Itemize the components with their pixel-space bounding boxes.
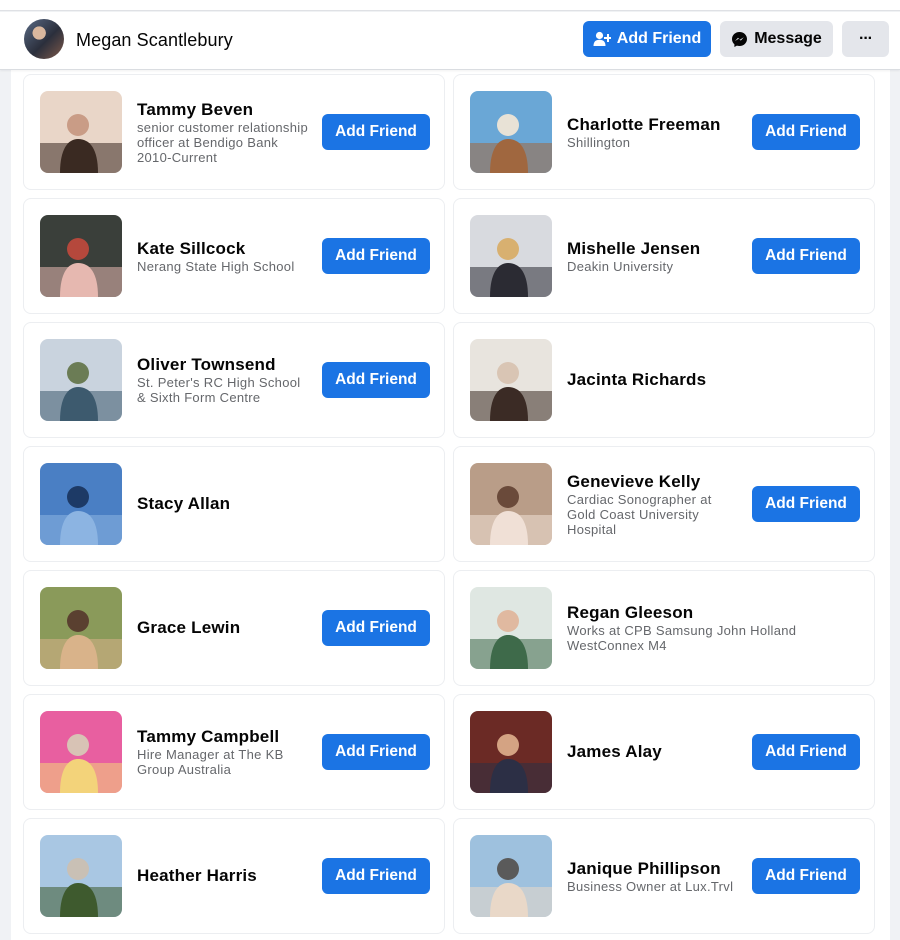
friend-name[interactable]: Tammy Beven: [137, 100, 312, 120]
friend-card: Janique Phillipson Business Owner at Lux.…: [453, 818, 875, 934]
friend-info: Jacinta Richards: [567, 323, 857, 437]
friend-name[interactable]: Grace Lewin: [137, 618, 312, 638]
friend-name[interactable]: Stacy Allan: [137, 494, 427, 514]
messenger-icon: [731, 31, 748, 48]
friend-name[interactable]: Tammy Campbell: [137, 727, 312, 747]
add-friend-button[interactable]: Add Friend: [752, 734, 860, 770]
friends-grid: Tammy Beven senior customer relationship …: [23, 74, 878, 934]
friend-photo[interactable]: [40, 463, 122, 545]
friend-photo[interactable]: [470, 339, 552, 421]
message-button[interactable]: Message: [720, 21, 833, 57]
friend-info: James Alay: [567, 695, 742, 809]
add-friend-button[interactable]: Add Friend: [752, 858, 860, 894]
add-person-icon: [593, 31, 611, 47]
message-label: Message: [754, 30, 822, 47]
friend-photo[interactable]: [40, 835, 122, 917]
top-strip: [0, 0, 900, 11]
friend-photo[interactable]: [40, 711, 122, 793]
friend-card: Jacinta Richards: [453, 322, 875, 438]
friend-card: Tammy Campbell Hire Manager at The KB Gro…: [23, 694, 445, 810]
friend-card: Oliver Townsend St. Peter's RC High Schoo…: [23, 322, 445, 438]
add-friend-button[interactable]: Add Friend: [752, 486, 860, 522]
more-options-button[interactable]: ···: [842, 21, 889, 57]
friend-photo[interactable]: [40, 91, 122, 173]
friend-info: Regan Gleeson Works at CPB Samsung John H…: [567, 571, 857, 685]
friend-photo[interactable]: [470, 711, 552, 793]
friend-card: Charlotte Freeman Shillington Add Friend: [453, 74, 875, 190]
friend-subtitle: senior customer relationship officer at …: [137, 119, 308, 165]
friend-card: Stacy Allan: [23, 446, 445, 562]
add-friend-button[interactable]: Add Friend: [322, 362, 430, 398]
friend-info: Tammy Beven senior customer relationship …: [137, 75, 312, 189]
friend-name[interactable]: Genevieve Kelly: [567, 472, 742, 492]
friend-subtitle: Deakin University: [567, 258, 674, 274]
friend-name[interactable]: Charlotte Freeman: [567, 115, 742, 135]
friend-photo[interactable]: [40, 339, 122, 421]
friend-card: Grace Lewin Add Friend: [23, 570, 445, 686]
friend-info: Heather Harris: [137, 819, 312, 933]
header-add-friend-label: Add Friend: [616, 30, 702, 47]
friend-info: Charlotte Freeman Shillington: [567, 75, 742, 189]
friend-info: Tammy Campbell Hire Manager at The KB Gro…: [137, 695, 312, 809]
friend-card: Tammy Beven senior customer relationship …: [23, 74, 445, 190]
add-friend-button[interactable]: Add Friend: [322, 610, 430, 646]
friend-subtitle: Shillington: [567, 134, 631, 150]
friend-name[interactable]: Janique Phillipson: [567, 859, 742, 879]
friend-photo[interactable]: [470, 587, 552, 669]
add-friend-button[interactable]: Add Friend: [752, 238, 860, 274]
friend-subtitle: Business Owner at Lux.Trvl: [567, 878, 734, 894]
add-friend-button[interactable]: Add Friend: [322, 238, 430, 274]
friend-card: Genevieve Kelly Cardiac Sonographer at Go…: [453, 446, 875, 562]
friend-info: Kate Sillcock Nerang State High School: [137, 199, 312, 313]
friend-subtitle: Cardiac Sonographer at Gold Coast Univer…: [567, 491, 712, 537]
friend-info: Oliver Townsend St. Peter's RC High Schoo…: [137, 323, 312, 437]
friend-name[interactable]: Mishelle Jensen: [567, 239, 742, 259]
add-friend-button[interactable]: Add Friend: [322, 114, 430, 150]
friend-subtitle: Hire Manager at The KB Group Australia: [137, 747, 284, 777]
friend-info: Grace Lewin: [137, 571, 312, 685]
friend-name[interactable]: James Alay: [567, 742, 742, 762]
friend-name[interactable]: Heather Harris: [137, 866, 312, 886]
friend-name[interactable]: Oliver Townsend: [137, 355, 312, 375]
friend-name[interactable]: Kate Sillcock: [137, 239, 312, 259]
profile-name[interactable]: Megan Scantlebury: [76, 30, 233, 51]
friend-card: Heather Harris Add Friend: [23, 818, 445, 934]
profile-header: Megan Scantlebury Add Friend Message ···: [0, 12, 900, 70]
add-friend-button[interactable]: Add Friend: [322, 858, 430, 894]
friend-subtitle: St. Peter's RC High School & Sixth Form …: [137, 375, 301, 405]
profile-avatar[interactable]: [24, 19, 64, 59]
more-icon: ···: [859, 30, 873, 47]
friend-card: Mishelle Jensen Deakin University Add Frie…: [453, 198, 875, 314]
header-add-friend-button[interactable]: Add Friend: [583, 21, 711, 57]
add-friend-button[interactable]: Add Friend: [752, 114, 860, 150]
friend-name[interactable]: Jacinta Richards: [567, 370, 857, 390]
friend-info: Janique Phillipson Business Owner at Lux.…: [567, 819, 742, 933]
friends-panel: Tammy Beven senior customer relationship …: [11, 70, 890, 940]
friend-photo[interactable]: [40, 215, 122, 297]
friend-photo[interactable]: [470, 91, 552, 173]
friend-card: James Alay Add Friend: [453, 694, 875, 810]
friend-subtitle: Works at CPB Samsung John Holland WestCo…: [567, 623, 797, 653]
friend-info: Stacy Allan: [137, 447, 427, 561]
friend-name[interactable]: Regan Gleeson: [567, 603, 857, 623]
friend-photo[interactable]: [470, 835, 552, 917]
friend-photo[interactable]: [40, 587, 122, 669]
friend-photo[interactable]: [470, 215, 552, 297]
add-friend-button[interactable]: Add Friend: [322, 734, 430, 770]
friend-card: Kate Sillcock Nerang State High School Add…: [23, 198, 445, 314]
friend-info: Mishelle Jensen Deakin University: [567, 199, 742, 313]
friend-subtitle: Nerang State High School: [137, 258, 295, 274]
friend-photo[interactable]: [470, 463, 552, 545]
friend-card: Regan Gleeson Works at CPB Samsung John H…: [453, 570, 875, 686]
friend-info: Genevieve Kelly Cardiac Sonographer at Go…: [567, 447, 742, 561]
